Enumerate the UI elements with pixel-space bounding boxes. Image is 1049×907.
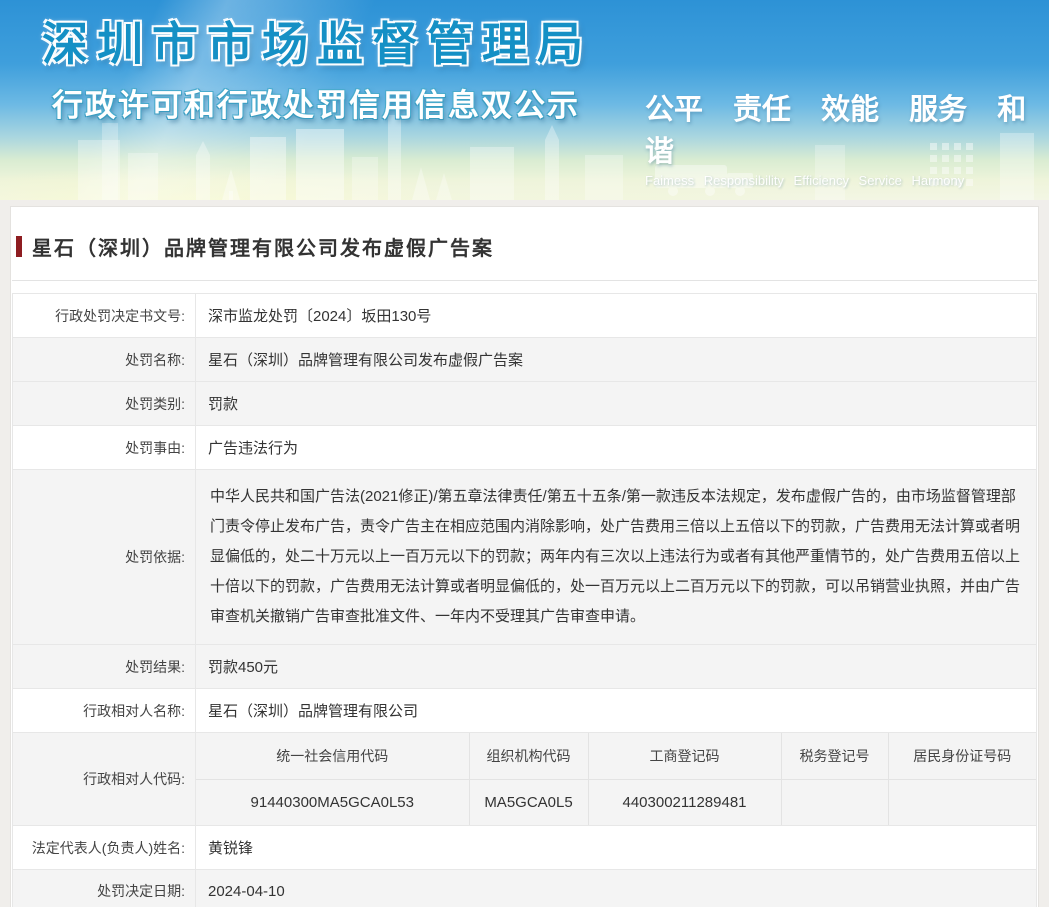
penalty-decision-number-label: 行政处罚决定书文号:: [12, 293, 196, 338]
party-name-value: 星石（深圳）品牌管理有限公司: [195, 688, 1037, 733]
business-registration-code: 440300211289481: [587, 779, 781, 825]
row-penalty-category: 处罚类别: 罚款: [12, 381, 1037, 426]
penalty-category-value: 罚款: [195, 381, 1037, 426]
content-card: 星石（深圳）品牌管理有限公司发布虚假广告案 行政处罚决定书文号: 深市监龙处罚〔…: [10, 206, 1039, 907]
row-penalty-result: 处罚结果: 罚款450元: [12, 644, 1037, 689]
penalty-name-value: 星石（深圳）品牌管理有限公司发布虚假广告案: [195, 337, 1037, 382]
party-codes-value: 统一社会信用代码 组织机构代码 工商登记码 税务登记号 居民身份证号码 9144…: [195, 732, 1037, 826]
penalty-name-label: 处罚名称:: [12, 337, 196, 382]
party-codes-table: 统一社会信用代码 组织机构代码 工商登记码 税务登记号 居民身份证号码 9144…: [196, 733, 1036, 825]
tax-registration-code: [780, 779, 888, 825]
penalty-info-table: 行政处罚决定书文号: 深市监龙处罚〔2024〕坂田130号 处罚名称: 星石（深…: [12, 293, 1037, 907]
penalty-result-label: 处罚结果:: [12, 644, 196, 689]
legal-representative-value: 黄锐锋: [195, 825, 1037, 870]
resident-id-number: [887, 779, 1036, 825]
penalty-decision-date-label: 处罚决定日期:: [12, 869, 196, 907]
code-col-tax-registration: 税务登记号: [780, 733, 888, 780]
party-name-label: 行政相对人名称:: [12, 688, 196, 733]
penalty-reason-label: 处罚事由:: [12, 425, 196, 470]
row-penalty-decision-date: 处罚决定日期: 2024-04-10: [12, 869, 1037, 907]
title-accent-bar: [16, 236, 22, 257]
row-penalty-decision-number: 行政处罚决定书文号: 深市监龙处罚〔2024〕坂田130号: [12, 293, 1037, 338]
header-slogan: 公平 责任 效能 服务 和谐 Faimess Responsibility Ef…: [645, 86, 1049, 188]
header-banner: 深圳市市场监督管理局 行政许可和行政处罚信用信息双公示 公平 责任 效能 服务 …: [0, 0, 1049, 200]
party-codes-header-row: 统一社会信用代码 组织机构代码 工商登记码 税务登记号 居民身份证号码: [196, 733, 1036, 780]
party-codes-value-row: 91440300MA5GCA0L53 MA5GCA0L5 44030021128…: [196, 779, 1036, 825]
title-divider: [12, 280, 1037, 281]
case-title-section: 星石（深圳）品牌管理有限公司发布虚假广告案: [12, 207, 1037, 280]
row-party-name: 行政相对人名称: 星石（深圳）品牌管理有限公司: [12, 688, 1037, 733]
row-penalty-reason: 处罚事由: 广告违法行为: [12, 425, 1037, 470]
slogan-chinese: 公平 责任 效能 服务 和谐: [645, 94, 1027, 168]
code-col-unified-social-credit: 统一社会信用代码: [196, 733, 469, 780]
unified-social-credit-code: 91440300MA5GCA0L53: [250, 794, 414, 811]
row-penalty-name: 处罚名称: 星石（深圳）品牌管理有限公司发布虚假广告案: [12, 337, 1037, 382]
code-col-business-registration: 工商登记码: [587, 733, 781, 780]
legal-representative-label: 法定代表人(负责人)姓名:: [12, 825, 196, 870]
row-legal-representative-name: 法定代表人(负责人)姓名: 黄锐锋: [12, 825, 1037, 870]
penalty-result-value: 罚款450元: [195, 644, 1037, 689]
penalty-basis-value: 中华人民共和国广告法(2021修正)/第五章法律责任/第五十五条/第一款违反本法…: [195, 469, 1037, 645]
row-penalty-basis: 处罚依据: 中华人民共和国广告法(2021修正)/第五章法律责任/第五十五条/第…: [12, 469, 1037, 645]
header-subtitle: 行政许可和行政处罚信用信息双公示: [52, 88, 580, 123]
row-party-codes: 行政相对人代码: 统一社会信用代码 组织机构代码 工商登记码 税务登记号 居民身…: [12, 732, 1037, 826]
code-col-resident-id: 居民身份证号码: [887, 733, 1036, 780]
case-title: 星石（深圳）品牌管理有限公司发布虚假广告案: [32, 238, 494, 260]
penalty-decision-number-value: 深市监龙处罚〔2024〕坂田130号: [195, 293, 1037, 338]
penalty-basis-label: 处罚依据:: [12, 469, 196, 645]
penalty-reason-value: 广告违法行为: [195, 425, 1037, 470]
party-codes-label: 行政相对人代码:: [12, 732, 196, 826]
penalty-decision-date-value: 2024-04-10: [195, 869, 1037, 907]
penalty-category-label: 处罚类别:: [12, 381, 196, 426]
agency-title: 深圳市市场监督管理局: [42, 18, 592, 70]
code-col-organization: 组织机构代码: [468, 733, 588, 780]
slogan-english: Faimess Responsibility Efficiency Servic…: [645, 173, 965, 188]
organization-code: MA5GCA0L5: [468, 779, 588, 825]
